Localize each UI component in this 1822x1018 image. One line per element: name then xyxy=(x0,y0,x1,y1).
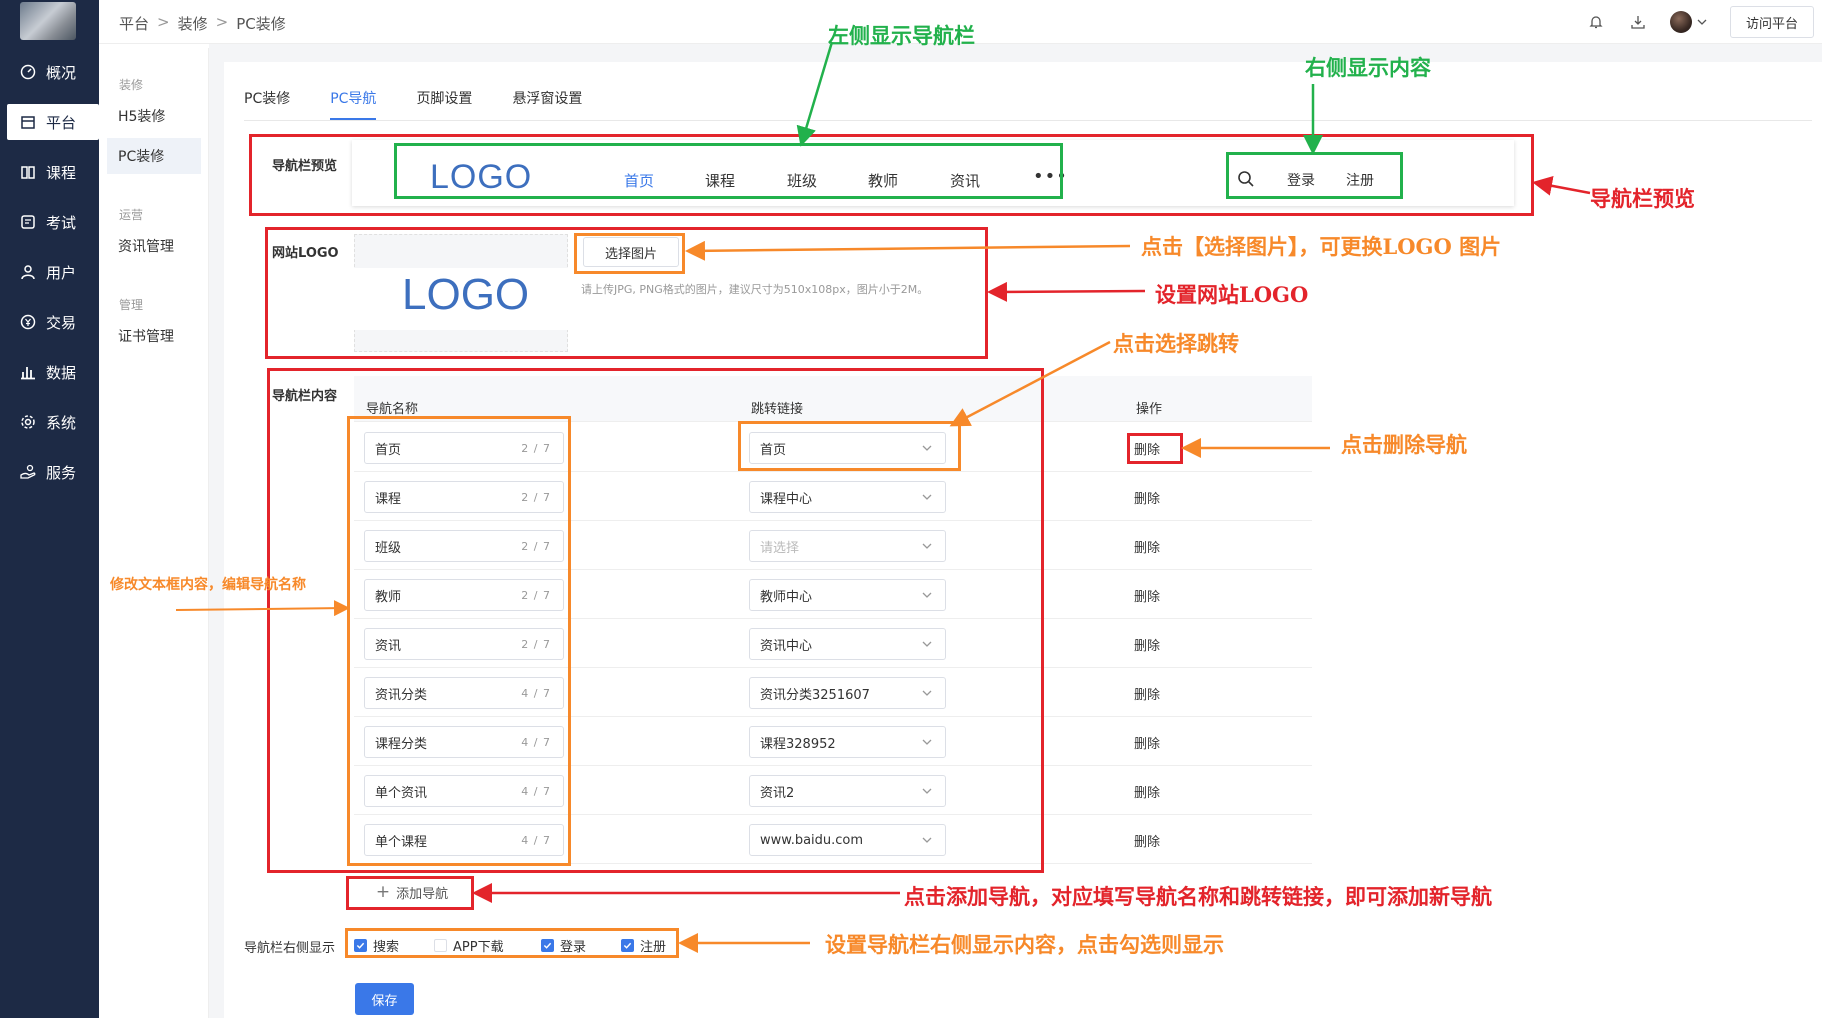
delete-link[interactable]: 删除 xyxy=(1134,733,1160,752)
chevron-down-icon xyxy=(1696,13,1708,32)
sidebar-item-service[interactable]: 服务 xyxy=(0,454,99,490)
tab-float-window[interactable]: 悬浮窗设置 xyxy=(512,88,582,120)
annotation-box-nav-names xyxy=(347,416,571,866)
book-icon xyxy=(20,164,36,180)
bell-icon[interactable] xyxy=(1586,12,1606,32)
avatar[interactable] xyxy=(1669,11,1692,33)
delete-link[interactable]: 删除 xyxy=(1134,684,1160,703)
exam-icon xyxy=(20,214,36,230)
annotation-delete-nav: 点击删除导航 xyxy=(1341,432,1467,457)
annotation-box-left-nav xyxy=(394,143,1063,199)
submenu-item-h5[interactable]: H5装修 xyxy=(107,98,201,134)
breadcrumb-platform[interactable]: 平台 xyxy=(119,13,149,34)
annotation-choose-jump: 点击选择跳转 xyxy=(1113,331,1239,356)
tab-pc-nav[interactable]: PC导航 xyxy=(330,88,377,120)
delete-link[interactable]: 删除 xyxy=(1134,537,1160,556)
annotation-set-right: 设置导航栏右侧显示内容，点击勾选则显示 xyxy=(825,932,1224,957)
sidebar-item-overview[interactable]: 概况 xyxy=(0,54,99,90)
gear-icon xyxy=(20,414,36,430)
delete-link[interactable]: 删除 xyxy=(1134,635,1160,654)
submenu-group-label: 运营 xyxy=(119,208,144,222)
annotation-box-jump-select xyxy=(738,421,961,471)
submenu-item-news[interactable]: 资讯管理 xyxy=(107,228,201,264)
tab-footer-settings[interactable]: 页脚设置 xyxy=(416,88,472,120)
sidebar-item-platform[interactable]: 平台 xyxy=(7,104,99,140)
delete-link[interactable]: 删除 xyxy=(1134,782,1160,801)
breadcrumb-decor[interactable]: 装修 xyxy=(178,13,208,34)
submenu: 装修 H5装修 PC装修 运营 资讯管理 管理 证书管理 xyxy=(99,48,209,1018)
download-icon[interactable] xyxy=(1628,12,1648,32)
sidebar-item-label: 服务 xyxy=(46,463,77,482)
service-icon xyxy=(20,464,36,480)
sidebar-item-label: 考试 xyxy=(46,213,77,232)
tab-bar: PC装修 PC导航 页脚设置 悬浮窗设置 xyxy=(244,88,582,120)
right-display-label: 导航栏右侧显示 xyxy=(244,941,336,956)
sidebar-item-system[interactable]: 系统 xyxy=(0,404,99,440)
save-button[interactable]: 保存 xyxy=(355,983,414,1015)
annotation-edit-name: 修改文本框内容，编辑导航名称 xyxy=(110,577,306,593)
platform-logo-image[interactable] xyxy=(20,2,76,40)
submenu-item-pc[interactable]: PC装修 xyxy=(107,138,201,174)
header-actions: 访问平台 xyxy=(1586,0,1822,44)
yen-icon xyxy=(20,314,36,330)
sidebar-item-trade[interactable]: 交易 xyxy=(0,304,99,340)
sidebar-item-label: 交易 xyxy=(46,313,77,332)
annotation-box-choose-image xyxy=(574,233,685,274)
store-icon xyxy=(20,114,36,130)
sidebar-item-exam[interactable]: 考试 xyxy=(0,204,99,240)
sidebar-item-data[interactable]: 数据 xyxy=(0,354,99,390)
annotation-box-add-nav xyxy=(346,876,474,910)
annotation-box-right-display xyxy=(345,928,679,958)
annotation-preview: 导航栏预览 xyxy=(1590,186,1695,211)
sidebar-item-course[interactable]: 课程 xyxy=(0,154,99,190)
annotation-box-right-content xyxy=(1226,152,1403,199)
submenu-item-cert[interactable]: 证书管理 xyxy=(107,318,201,354)
sidebar-item-label: 数据 xyxy=(46,363,77,382)
delete-link[interactable]: 删除 xyxy=(1134,488,1160,507)
annotation-right-content: 右侧显示内容 xyxy=(1305,55,1431,80)
sidebar-item-label: 用户 xyxy=(46,263,77,282)
submenu-group-label: 装修 xyxy=(119,78,144,92)
sidebar-item-label: 系统 xyxy=(46,413,77,432)
delete-link[interactable]: 删除 xyxy=(1134,831,1160,850)
column-header-operation: 操作 xyxy=(1136,402,1163,417)
annotation-left-nav: 左侧显示导航栏 xyxy=(828,23,975,48)
divider xyxy=(244,120,1812,121)
annotation-choose-pic: 点击【选择图片】，可更换LOGO 图片 xyxy=(1141,234,1502,259)
sidebar-item-user[interactable]: 用户 xyxy=(0,254,99,290)
sidebar-item-label: 课程 xyxy=(46,163,77,182)
visit-platform-button[interactable]: 访问平台 xyxy=(1729,6,1814,38)
sidebar-item-label: 概况 xyxy=(46,63,77,82)
annotation-box-delete xyxy=(1127,433,1183,464)
delete-link[interactable]: 删除 xyxy=(1134,586,1160,605)
breadcrumb: 平台 > 装修 > PC装修 xyxy=(119,13,286,34)
breadcrumb-separator: > xyxy=(215,13,229,31)
gauge-icon xyxy=(20,64,36,80)
annotation-set-logo: 设置网站LOGO xyxy=(1155,282,1309,307)
breadcrumb-separator: > xyxy=(157,13,170,31)
sidebar-item-label: 平台 xyxy=(46,113,77,132)
bar-chart-icon xyxy=(20,364,36,380)
breadcrumb-pc-decor: PC装修 xyxy=(236,15,286,33)
user-icon xyxy=(20,264,36,280)
annotation-add-nav: 点击添加导航，对应填写导航名称和跳转链接，即可添加新导航 xyxy=(904,884,1492,909)
user-menu[interactable] xyxy=(1669,11,1708,33)
submenu-group-label: 管理 xyxy=(119,298,144,312)
tab-pc-decor[interactable]: PC装修 xyxy=(244,88,290,120)
main-sidebar: 概况 平台 课程 考试 用户 交易 数据 系统 服务 xyxy=(0,0,99,1018)
